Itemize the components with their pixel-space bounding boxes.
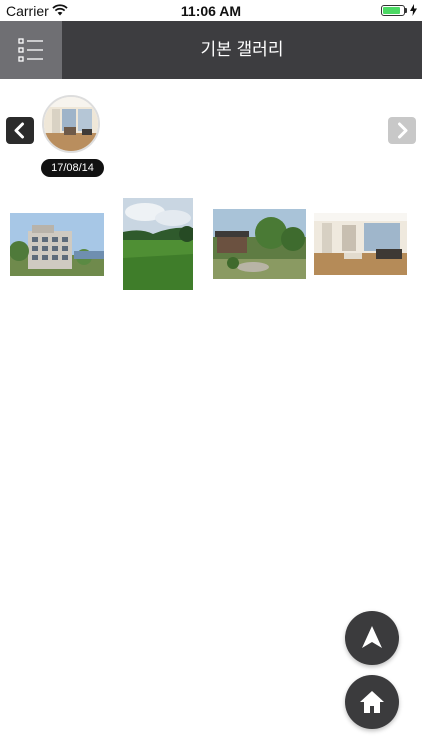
chevron-right-icon [398, 122, 408, 139]
living-room-image [314, 213, 407, 275]
battery-icon [381, 5, 405, 16]
navigation-arrow-icon [362, 626, 382, 648]
page-title: 기본 갤러리 [200, 40, 284, 59]
nav-bar: 기본 갤러리 [0, 21, 422, 79]
album-thumbnail[interactable] [42, 95, 100, 153]
battery-cap [405, 8, 407, 13]
album-cover-image [44, 97, 98, 151]
next-album-button[interactable] [388, 117, 416, 144]
clock: 11:06 AM [180, 3, 242, 19]
navigate-button[interactable] [345, 611, 399, 665]
home-icon [360, 691, 384, 713]
status-bar: Carrier 11:06 AM [0, 0, 422, 21]
prev-album-button[interactable] [6, 117, 34, 144]
photo-building[interactable] [10, 213, 104, 276]
field-image [123, 198, 193, 290]
photo-field[interactable] [123, 198, 193, 290]
home-button[interactable] [345, 675, 399, 729]
menu-button[interactable] [0, 21, 62, 79]
chevron-left-icon [14, 122, 24, 139]
photo-garden[interactable] [213, 209, 306, 279]
building-image [10, 213, 104, 276]
list-icon [18, 38, 43, 62]
album-date-badge: 17/08/14 [41, 159, 104, 177]
charging-bolt-icon [410, 4, 417, 16]
photo-living-room[interactable] [314, 213, 407, 275]
garden-image [213, 209, 306, 279]
